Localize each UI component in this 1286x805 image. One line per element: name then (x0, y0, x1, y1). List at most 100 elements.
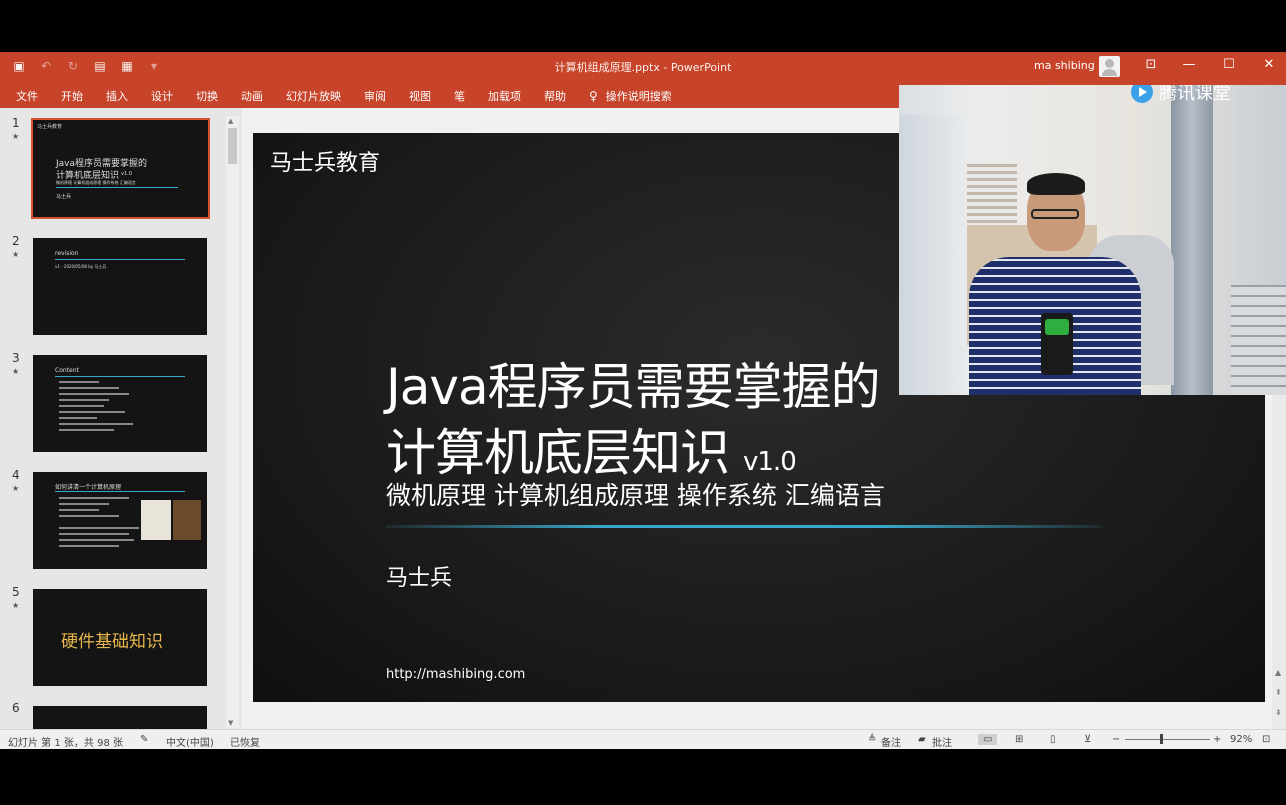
thumb-bullet (59, 381, 99, 383)
zoom-in-icon[interactable]: + (1213, 734, 1221, 745)
tab-insert[interactable]: 插入 (106, 88, 128, 104)
thumb-bullet (59, 527, 139, 529)
tell-me-search[interactable]: 操作说明搜索 (606, 88, 672, 104)
thumb-brand: 马士兵教育 (37, 124, 63, 130)
webcam-background (1231, 285, 1286, 395)
zoom-out-icon[interactable]: − (1112, 734, 1120, 745)
fit-slide-icon[interactable]: ⊡ (1262, 734, 1270, 745)
recovered-status: 已恢复 (230, 738, 260, 749)
slide-thumbnail-5[interactable]: 硬件基础知识 (33, 589, 207, 686)
thumb-bullet (59, 539, 134, 541)
user-name[interactable]: ma shibing (1034, 59, 1095, 72)
thumb-number: 2 (12, 234, 20, 248)
next-slide-icon[interactable]: ⇟ (1275, 708, 1282, 717)
animation-star-icon: ★ (12, 484, 20, 493)
prev-slide-icon[interactable]: ⇞ (1275, 688, 1282, 697)
spellcheck-icon[interactable]: ✎ (140, 734, 148, 745)
tencent-classroom-text: 腾讯课堂 (1159, 85, 1231, 104)
thumb-title: Content (55, 367, 79, 374)
tencent-classroom-logo: 腾讯课堂 (1131, 85, 1231, 105)
thumbnail-scrollbar[interactable]: ▲ ▼ (226, 116, 239, 728)
thumb-number: 5 (12, 585, 20, 599)
avatar[interactable] (1099, 56, 1120, 77)
thumb-number: 6 (12, 701, 20, 715)
slide-url[interactable]: http://mashibing.com (386, 667, 525, 682)
thumb-author: 马士兵 (56, 194, 72, 200)
slide-subtitle[interactable]: 微机原理 计算机组成原理 操作系统 汇编语言 (386, 476, 885, 512)
slide-brand: 马士兵教育 (270, 151, 381, 176)
slideshow-icon[interactable]: ⊻ (1084, 734, 1091, 745)
normal-view-icon[interactable]: ▭ (978, 734, 998, 745)
scroll-up-icon[interactable]: ▲ (1275, 668, 1281, 677)
webcam-person (1027, 173, 1085, 195)
slide-title-line1[interactable]: Java程序员需要掌握的 (386, 347, 881, 419)
zoom-level[interactable]: 92% (1230, 734, 1252, 745)
notes-icon[interactable]: ≜ (868, 734, 876, 745)
close-button[interactable]: ✕ (1258, 57, 1280, 72)
thumb-bullet (59, 509, 99, 511)
thumb-title: 硬件基础知识 (61, 632, 163, 652)
tab-view[interactable]: 视图 (409, 88, 431, 104)
minimize-button[interactable]: — (1178, 57, 1200, 72)
slide-thumbnail-2[interactable]: revision v1 - 2020/05/08 by 马士兵 (33, 238, 207, 335)
slide-title-line2[interactable]: 计算机底层知识 v1.0 (386, 413, 797, 485)
webcam-microphone (1041, 313, 1073, 375)
thumb-title: 如何讲清一个计算机原理 (55, 484, 122, 491)
thumbnail-pane: 1 ★ 马士兵教育 Java程序员需要掌握的 计算机底层知识 v1.0 微机原理… (0, 108, 242, 729)
thumb-title: revision (55, 250, 79, 257)
thumb-bullet (59, 417, 97, 419)
slide-sorter-icon[interactable]: ⊞ (1015, 734, 1023, 745)
slide-thumbnail-3[interactable]: Content (33, 355, 207, 452)
thumb-number: 4 (12, 468, 20, 482)
language-indicator[interactable]: 中文(中国) (166, 734, 214, 749)
thumb-divider (55, 491, 185, 492)
title-bar: ▣ ↶ ↻ ▤ ▦ ▾ 计算机组成原理.pptx - PowerPoint ma… (0, 52, 1286, 82)
thumb-version: v1.0 (121, 171, 132, 177)
tab-animations[interactable]: 动画 (241, 88, 263, 104)
thumb-divider (55, 259, 185, 260)
tab-transitions[interactable]: 切换 (196, 88, 218, 104)
status-bar: 幻灯片 第 1 张，共 98 张 ✎ 中文(中国) 已恢复 ≜ 备注 ▰ 批注 … (0, 729, 1286, 749)
zoom-slider[interactable] (1125, 739, 1210, 740)
thumb-bullet (59, 503, 109, 505)
scroll-up-icon[interactable]: ▲ (228, 117, 233, 125)
thumb-bullet (59, 429, 114, 431)
slide-thumbnail-1[interactable]: 马士兵教育 Java程序员需要掌握的 计算机底层知识 v1.0 微机原理 计算机… (31, 118, 210, 219)
thumb-bullet (59, 545, 119, 547)
thumb-book-image (173, 500, 201, 540)
notes-button[interactable]: 备注 (881, 734, 901, 749)
zoom-slider-knob[interactable] (1160, 734, 1163, 744)
tab-review[interactable]: 审阅 (364, 88, 386, 104)
comments-button[interactable]: 批注 (932, 734, 952, 749)
tab-addins[interactable]: 加载项 (488, 88, 521, 104)
slide-divider (386, 525, 1101, 528)
thumb-bullet (59, 405, 104, 407)
tab-home[interactable]: 开始 (61, 88, 83, 104)
slide-author[interactable]: 马士兵 (386, 560, 452, 592)
tab-file[interactable]: 文件 (16, 88, 38, 104)
ribbon-display-icon[interactable]: ⊡ (1140, 57, 1162, 72)
slide-thumbnail-6[interactable] (33, 706, 207, 729)
webcam-background (899, 115, 965, 395)
thumb-bullet (59, 393, 129, 395)
thumb-book-image (141, 500, 171, 540)
thumb-divider (56, 187, 178, 188)
reading-view-icon[interactable]: ▯ (1050, 734, 1056, 745)
tab-help[interactable]: 帮助 (544, 88, 566, 104)
webcam-background (1171, 85, 1213, 395)
slide-title-text: 计算机底层知识 (386, 424, 730, 482)
thumb-subtitle: 微机原理 计算机组成原理 操作系统 汇编语言 (56, 180, 136, 185)
animation-star-icon: ★ (12, 367, 20, 376)
animation-star-icon: ★ (12, 601, 20, 610)
comments-icon[interactable]: ▰ (918, 734, 926, 745)
scroll-down-icon[interactable]: ▼ (228, 719, 233, 727)
lightbulb-icon: ♀ (589, 89, 598, 103)
slide-version: v1.0 (743, 447, 797, 477)
tab-pen[interactable]: 笔 (454, 88, 465, 104)
scroll-thumb[interactable] (228, 128, 237, 164)
maximize-button[interactable]: ☐ (1218, 57, 1240, 72)
tab-slideshow[interactable]: 幻灯片放映 (286, 88, 341, 104)
slide-thumbnail-4[interactable]: 如何讲清一个计算机原理 (33, 472, 207, 569)
tab-design[interactable]: 设计 (151, 88, 173, 104)
webcam-overlay: 腾讯课堂 (899, 85, 1286, 395)
